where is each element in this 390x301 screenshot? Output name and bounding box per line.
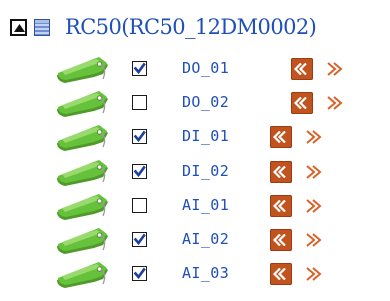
- collapse-icon[interactable]: [10, 19, 27, 36]
- chevron-right-double-icon[interactable]: [305, 163, 323, 181]
- chevron-right-double-icon[interactable]: [326, 94, 344, 112]
- tag-icon: [53, 261, 111, 293]
- tree-item-ai-03: AI_03: [0, 260, 390, 290]
- item-label[interactable]: DO_02: [182, 93, 229, 111]
- tree-item-ai-02: AI_02: [0, 226, 390, 256]
- item-label[interactable]: AI_01: [182, 196, 229, 214]
- item-label[interactable]: AI_03: [182, 264, 229, 282]
- chevron-right-double-icon[interactable]: [305, 128, 323, 146]
- chevron-left-double-icon[interactable]: [291, 92, 313, 115]
- chevron-left-double-icon[interactable]: [270, 263, 292, 286]
- item-checkbox-di-01[interactable]: [132, 129, 147, 145]
- chevron-left-double-icon[interactable]: [270, 229, 292, 251]
- item-checkbox-ai-03[interactable]: [132, 266, 147, 282]
- chevron-right-double-icon[interactable]: [326, 60, 344, 78]
- tree-item-do-01: DO_01: [0, 55, 390, 85]
- chevron-left-double-icon[interactable]: [291, 58, 313, 80]
- item-label[interactable]: DI_01: [182, 127, 229, 145]
- chevron-left-double-icon[interactable]: [270, 194, 292, 217]
- tree-item-ai-01: AI_01: [0, 192, 390, 222]
- folder-icon: [34, 19, 50, 40]
- item-checkbox-ai-02[interactable]: [132, 232, 147, 247]
- item-label[interactable]: DO_01: [182, 59, 229, 77]
- item-label[interactable]: AI_02: [182, 230, 229, 248]
- chevron-left-double-icon[interactable]: [270, 126, 292, 149]
- item-checkbox-do-01[interactable]: [132, 61, 147, 76]
- chevron-right-double-icon[interactable]: [305, 231, 323, 249]
- chevron-right-double-icon[interactable]: [305, 197, 323, 215]
- tag-icon: [53, 159, 111, 191]
- chevron-right-double-icon[interactable]: [305, 265, 323, 283]
- tree-item-di-01: DI_01: [0, 123, 390, 153]
- tree-item-do-02: DO_02: [0, 89, 390, 119]
- device-tree: RC50(RC50_12DM0002) DO_01 DO_02 DI_01 DI…: [0, 0, 390, 301]
- item-checkbox-ai-01[interactable]: [132, 197, 147, 213]
- tag-icon: [53, 90, 111, 122]
- chevron-left-double-icon[interactable]: [270, 160, 292, 183]
- item-checkbox-do-02[interactable]: [132, 95, 147, 111]
- item-label[interactable]: DI_02: [182, 162, 229, 180]
- tag-icon: [53, 56, 111, 88]
- tag-icon: [53, 124, 111, 156]
- tag-icon: [53, 193, 111, 225]
- item-checkbox-di-02[interactable]: [132, 163, 147, 179]
- tree-root-label[interactable]: RC50(RC50_12DM0002): [65, 15, 317, 39]
- tag-icon: [53, 227, 111, 259]
- tree-item-di-02: DI_02: [0, 158, 390, 188]
